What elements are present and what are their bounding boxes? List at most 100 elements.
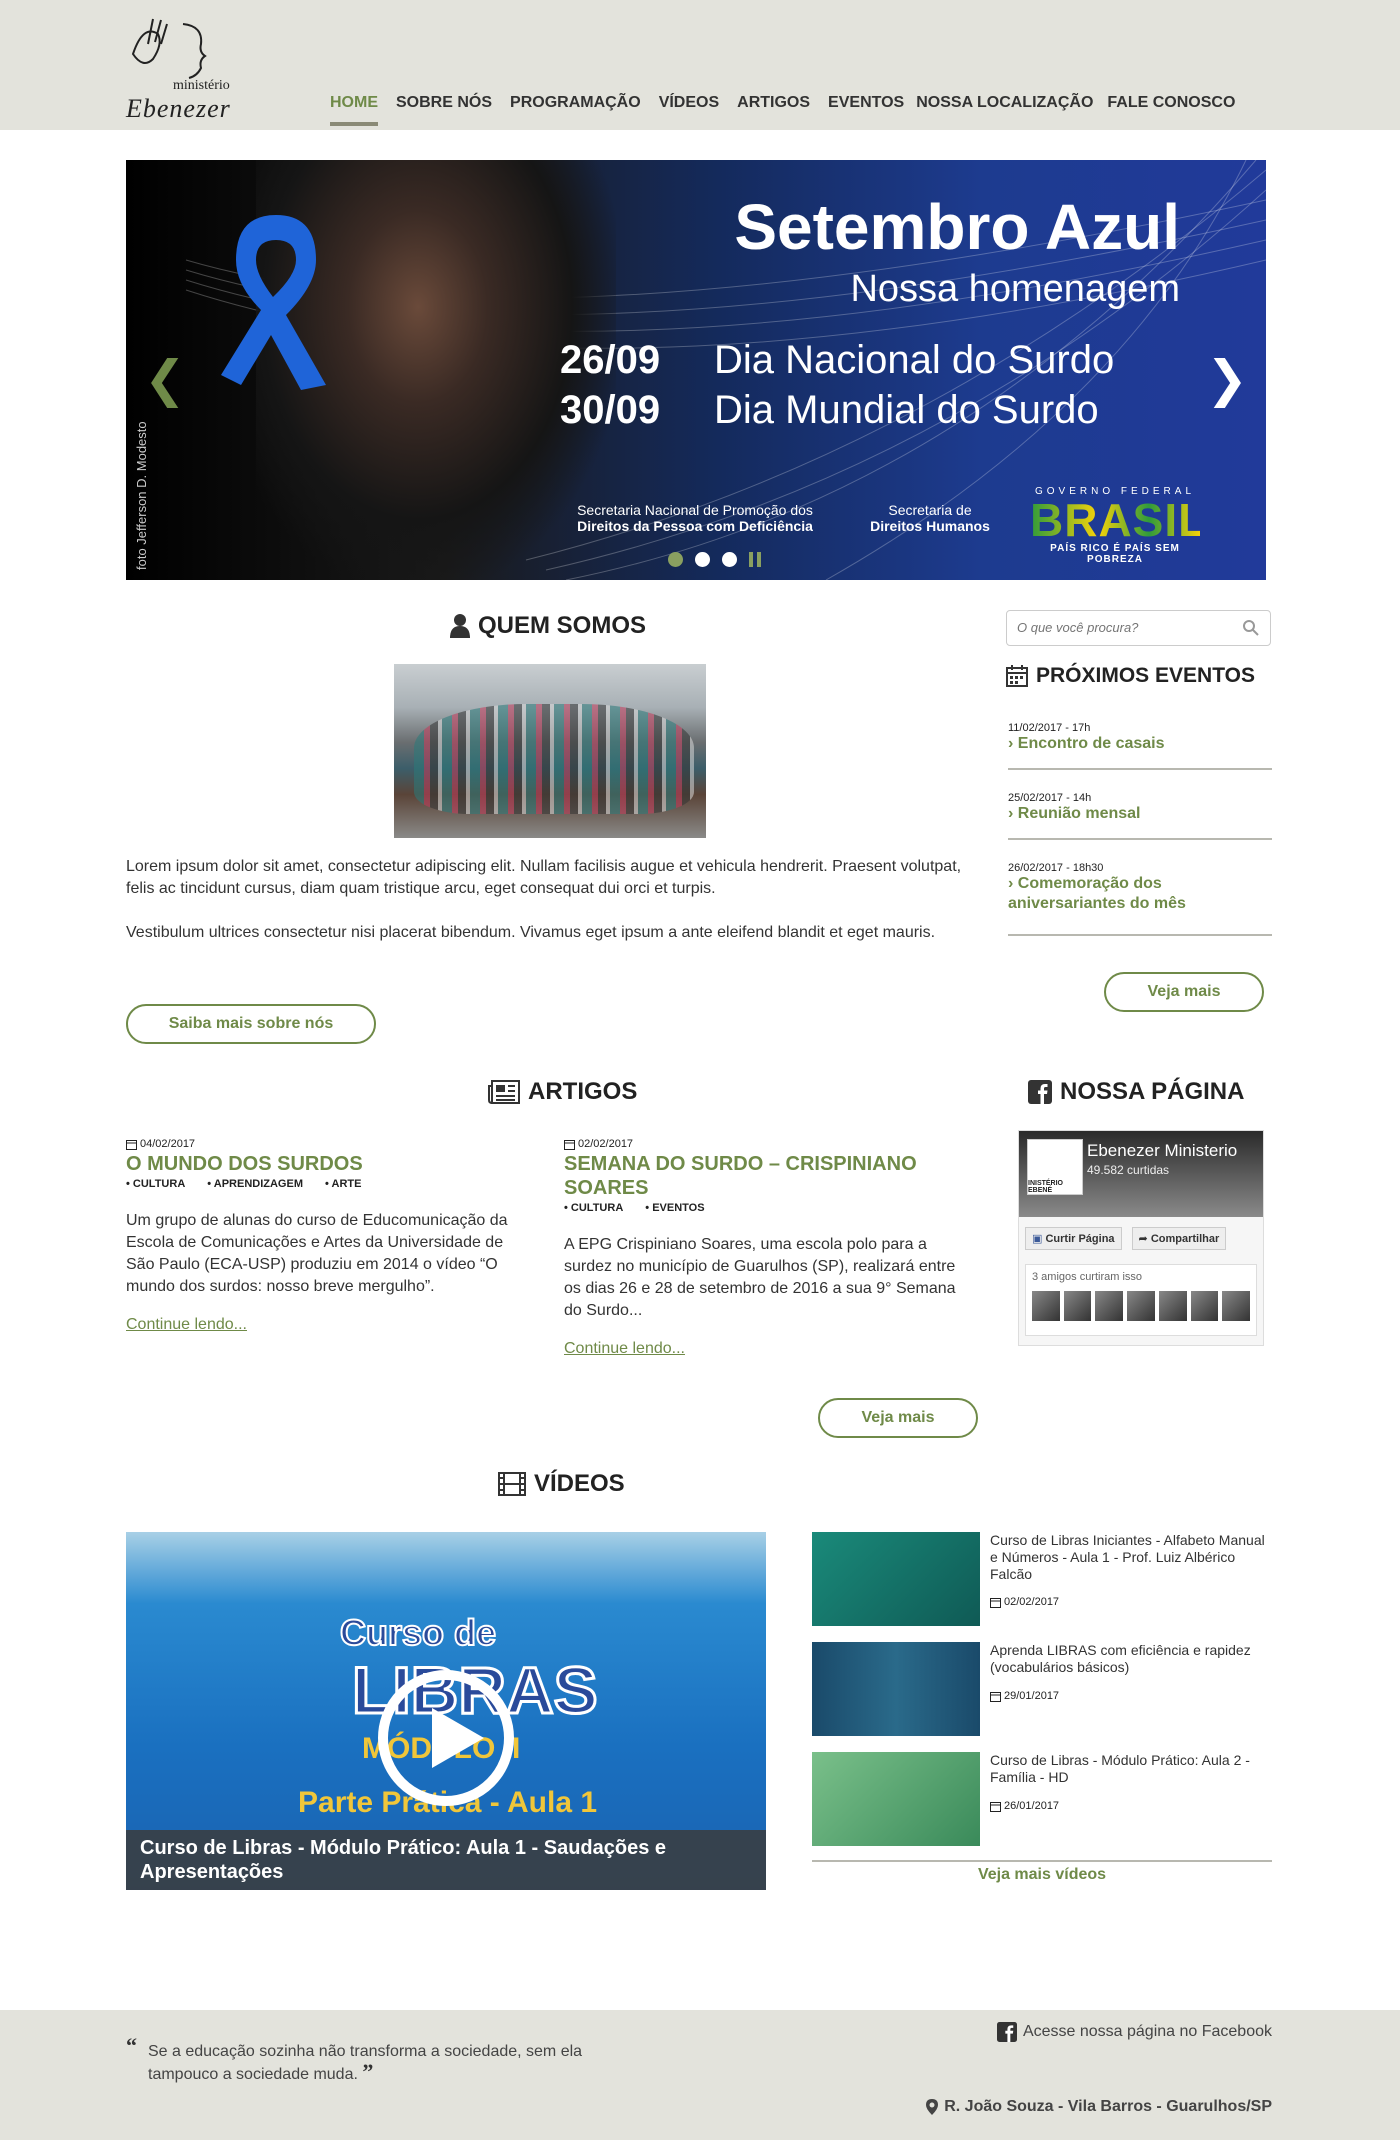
facebook-likes: 49.582 curtidas [1087, 1163, 1170, 1177]
nav-home[interactable]: HOME [330, 94, 378, 126]
search-input[interactable] [1017, 611, 1237, 643]
friend-avatar[interactable] [1032, 1291, 1060, 1321]
footer-quote: “ Se a educação sozinha não transforma a… [126, 2035, 606, 2085]
video-title[interactable]: Curso de Libras Iniciantes - Alfabeto Ma… [990, 1532, 1270, 1583]
friend-avatar[interactable] [1063, 1291, 1092, 1321]
nav-sobre-nos[interactable]: SOBRE NÓS [396, 94, 492, 126]
banner-date-2: 30/09 [560, 388, 661, 432]
articles-more-button[interactable]: Veja mais [818, 1398, 978, 1438]
article-card: 04/02/2017 O MUNDO DOS SURDOS CULTURA AP… [126, 1138, 536, 1334]
more-videos-link[interactable]: Veja mais vídeos [812, 1866, 1272, 1884]
articles-heading: ARTIGOS [488, 1078, 637, 1106]
article-title[interactable]: SEMANA DO SURDO – CRISPINIANO SOARES [564, 1152, 974, 1200]
banner-date-row-2: 30/09 Dia Mundial do Surdo [560, 388, 1099, 433]
event-name-text: Encontro de casais [1017, 735, 1165, 752]
quote-close-icon: ” [362, 2059, 374, 2084]
newspaper-icon [488, 1080, 520, 1104]
nav-localizacao[interactable]: NOSSA LOCALIZAÇÃO [916, 94, 1093, 126]
video-thumb-line1: Curso de [339, 1611, 497, 1654]
articles-title: ARTIGOS [528, 1078, 638, 1105]
facebook-share-button[interactable]: ➦ Compartilhar [1131, 1227, 1227, 1250]
about-paragraph-2: Vestibulum ultrices consectetur nisi pla… [126, 924, 936, 941]
slider-next-icon[interactable]: ❯ [1206, 350, 1248, 408]
video-date: 29/01/2017 [990, 1690, 1059, 1702]
events-more-button[interactable]: Veja mais [1104, 972, 1264, 1012]
event-date: 26/02/2017 - 18h30 [1008, 862, 1104, 874]
facebook-heading: NOSSA PÁGINA [1028, 1078, 1244, 1106]
event-name[interactable]: › Encontro de casais [1008, 734, 1272, 754]
featured-video[interactable]: Curso de LIBRAS MÓDULO II Parte Prática … [126, 1532, 766, 1890]
video-title[interactable]: Aprenda LIBRAS com eficiência e rapidez … [990, 1642, 1270, 1676]
facebook-icon [996, 2022, 1017, 2042]
article-tag[interactable]: ARTE [325, 1178, 362, 1190]
group-photo [394, 664, 706, 838]
article-card: 02/02/2017 SEMANA DO SURDO – CRISPINIANO… [564, 1138, 974, 1358]
about-more-button[interactable]: Saiba mais sobre nós [126, 1004, 376, 1044]
slider-dot-2[interactable] [695, 552, 710, 567]
footer-facebook-link[interactable]: Acesse nossa página no Facebook [996, 2022, 1272, 2042]
facebook-like-label: Curtir Página [1045, 1233, 1115, 1245]
gov-bottom: PAÍS RICO É PAÍS SEM POBREZA [1050, 543, 1180, 565]
user-icon [450, 614, 470, 638]
nav-artigos[interactable]: ARTIGOS [737, 94, 810, 126]
events-title: PRÓXIMOS EVENTOS [1036, 664, 1255, 687]
slider-dot-1[interactable] [668, 552, 683, 567]
banner-date-label-2: Dia Mundial do Surdo [714, 388, 1099, 432]
about-paragraph-1: Lorem ipsum dolor sit amet, consectetur … [126, 858, 962, 897]
facebook-page-name[interactable]: Ebenezer Ministerio [1087, 1141, 1237, 1161]
article-title[interactable]: O MUNDO DOS SURDOS [126, 1152, 536, 1176]
nav-eventos[interactable]: EVENTOS [828, 94, 904, 126]
facebook-actions: ▣ Curtir Página ➦ Compartilhar [1019, 1217, 1263, 1260]
about-title: QUEM SOMOS [478, 612, 647, 639]
video-date-text: 26/01/2017 [1004, 1800, 1060, 1812]
friend-avatar[interactable] [1158, 1291, 1187, 1321]
event-date: 25/02/2017 - 14h [1008, 792, 1092, 804]
blue-ribbon-icon [221, 215, 326, 390]
video-thumbnail[interactable] [812, 1532, 980, 1626]
event-item[interactable]: 11/02/2017 - 17h › Encontro de casais [1008, 722, 1272, 770]
logo[interactable]: ministério Ebenezer [123, 14, 243, 124]
article-read-more-link[interactable]: Continue lendo... [126, 1316, 247, 1334]
footer-quote-text: Se a educação sozinha não transforma a s… [148, 2042, 606, 2085]
video-list-item[interactable]: Curso de Libras Iniciantes - Alfabeto Ma… [812, 1532, 1272, 1628]
video-title[interactable]: Curso de Libras - Módulo Prático: Aula 2… [990, 1752, 1270, 1786]
slider-dot-3[interactable] [722, 552, 737, 567]
nav-videos[interactable]: VÍDEOS [659, 94, 719, 126]
video-thumbnail[interactable] [812, 1752, 980, 1846]
play-icon[interactable] [378, 1670, 514, 1806]
video-list-item[interactable]: Curso de Libras - Módulo Prático: Aula 2… [812, 1752, 1272, 1848]
banner-title: Setembro Azul [734, 191, 1180, 263]
slider-pause-icon[interactable] [749, 552, 761, 567]
nav-fale-conosco[interactable]: FALE CONOSCO [1107, 94, 1235, 126]
event-name-text: Reunião mensal [1017, 805, 1141, 822]
facebook-avatar[interactable]: INISTÉRIO EBENÉ [1027, 1139, 1083, 1195]
event-item[interactable]: 26/02/2017 - 18h30 › Comemoração dos ani… [1008, 862, 1272, 936]
article-tag[interactable]: CULTURA [126, 1178, 185, 1190]
friend-avatar[interactable] [1095, 1291, 1124, 1321]
event-name[interactable]: › Reunião mensal [1008, 804, 1272, 824]
article-tag[interactable]: APRENDIZAGEM [207, 1178, 303, 1190]
search-icon[interactable] [1242, 619, 1260, 637]
facebook-widget: INISTÉRIO EBENÉ Ebenezer Ministerio 49.5… [1018, 1130, 1264, 1346]
slider-prev-icon[interactable]: ❮ [144, 350, 186, 408]
video-date-text: 02/02/2017 [1004, 1596, 1060, 1608]
slider-dots [668, 552, 761, 567]
friend-avatar[interactable] [1127, 1291, 1155, 1321]
events-heading: PRÓXIMOS EVENTOS [1006, 664, 1255, 688]
article-tag[interactable]: CULTURA [564, 1202, 623, 1214]
group-photo-people [414, 704, 694, 814]
friend-avatar[interactable] [1222, 1291, 1251, 1321]
facebook-title: NOSSA PÁGINA [1060, 1078, 1245, 1105]
article-read-more-link[interactable]: Continue lendo... [564, 1340, 685, 1358]
video-list-item[interactable]: Aprenda LIBRAS com eficiência e rapidez … [812, 1642, 1272, 1738]
facebook-like-button[interactable]: ▣ Curtir Página [1025, 1227, 1122, 1250]
facebook-friends: 3 amigos curtiram isso [1025, 1264, 1257, 1336]
video-thumbnail[interactable] [812, 1642, 980, 1736]
nav-programacao[interactable]: PROGRAMAÇÃO [510, 94, 641, 126]
event-name[interactable]: › Comemoração dos aniversariantes do mês [1008, 874, 1272, 914]
event-item[interactable]: 25/02/2017 - 14h › Reunião mensal [1008, 792, 1272, 840]
banner-date-label-1: Dia Nacional do Surdo [714, 338, 1115, 382]
friend-avatar[interactable] [1190, 1291, 1219, 1321]
article-tag[interactable]: EVENTOS [645, 1202, 704, 1214]
featured-video-caption[interactable]: Curso de Libras - Módulo Prático: Aula 1… [126, 1830, 766, 1890]
